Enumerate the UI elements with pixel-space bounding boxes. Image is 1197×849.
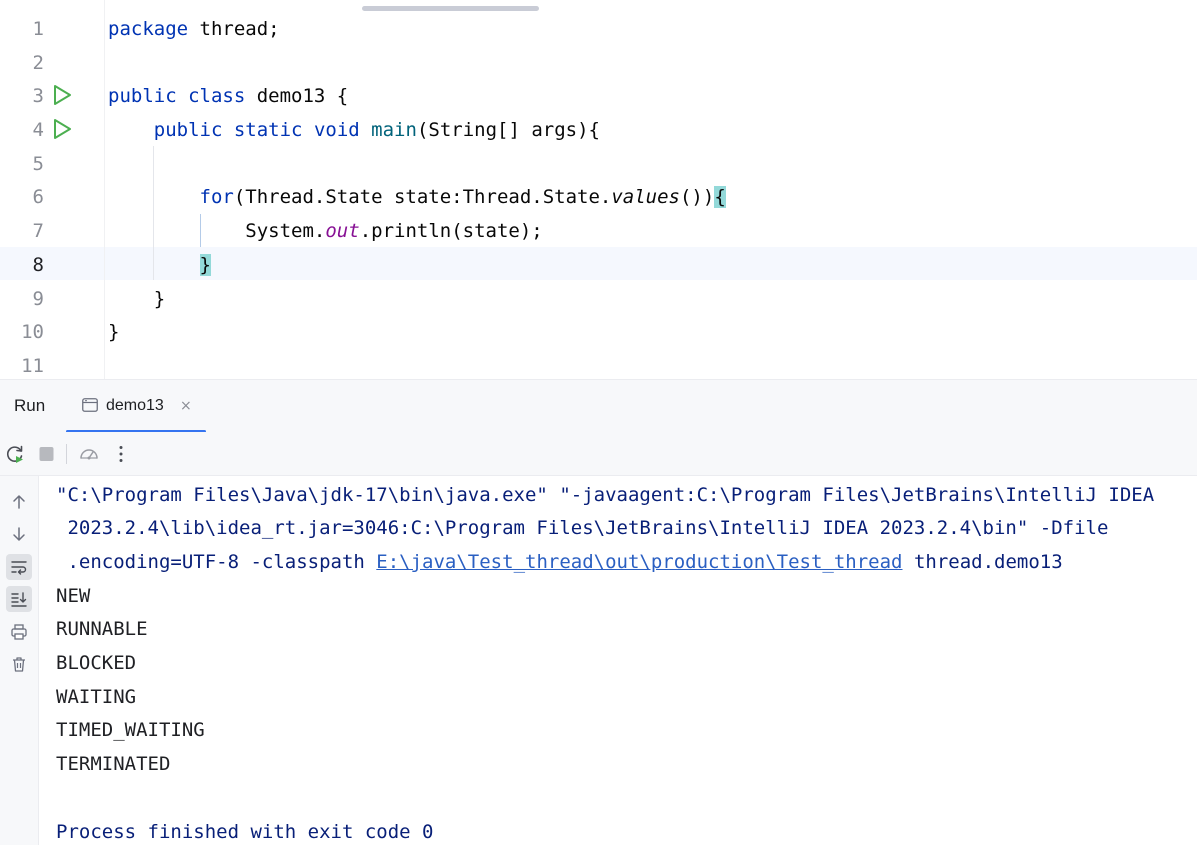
line-number: 11	[21, 355, 44, 377]
code-line[interactable]: 4 public static void main(String[] args)…	[0, 113, 1197, 147]
code-text: package thread;	[108, 12, 280, 46]
more-vertical-icon[interactable]	[110, 443, 132, 465]
console-output[interactable]: "C:\Program Files\Java\jdk-17\bin\java.e…	[56, 476, 1197, 845]
speedometer-icon[interactable]	[78, 443, 100, 465]
arrow-up-button[interactable]	[6, 489, 32, 515]
console-output-line: WAITING	[56, 686, 137, 708]
code-fragment: ())	[679, 186, 715, 208]
console-text: thread.demo13	[902, 551, 1063, 573]
code-text: }	[108, 248, 211, 282]
line-number: 6	[32, 186, 44, 208]
console-command-line: "C:\Program Files\Java\jdk-17\bin\java.e…	[56, 484, 1155, 506]
console-text: .encoding=UTF-8 -classpath	[56, 551, 377, 573]
code-fragment: demo13 {	[245, 85, 349, 107]
trash-icon	[13, 657, 25, 672]
code-fragment: (String[] args){	[416, 119, 600, 141]
arrow-up-icon	[13, 495, 25, 509]
code-text: }	[108, 288, 166, 310]
run-title[interactable]: Run	[14, 380, 45, 432]
line-number: 5	[32, 153, 44, 175]
classpath-link[interactable]: E:\java\Test_thread\out\production\Test_…	[376, 551, 902, 573]
line-number: 1	[32, 18, 44, 40]
method-name: main	[371, 119, 417, 141]
code-text: }	[108, 321, 120, 343]
console-output-line: TERMINATED	[56, 753, 171, 775]
code-fragment: thread;	[188, 18, 280, 40]
horizontal-scrollbar-thumb[interactable]	[362, 6, 539, 11]
tab-demo13[interactable]: demo13 ×	[66, 380, 206, 433]
console-output-line: TIMED_WAITING	[56, 719, 205, 741]
line-number: 2	[32, 52, 44, 74]
code-line[interactable]: 1 package thread;	[0, 12, 1197, 46]
console-output-line: RUNNABLE	[56, 618, 148, 640]
code-line[interactable]: 6 for(Thread.State state:Thread.State.va…	[0, 180, 1197, 214]
console-command-line: 2023.2.4\lib\idea_rt.jar=3046:C:\Program…	[56, 517, 1109, 539]
code-line[interactable]: 3 public class demo13 {	[0, 79, 1197, 113]
arrow-down-button[interactable]	[6, 521, 32, 547]
console-tab-icon	[82, 398, 98, 412]
line-number: 10	[21, 321, 44, 343]
line-number: 7	[32, 220, 44, 242]
code-line[interactable]: 7 System.out.println(state);	[0, 214, 1197, 248]
code-line[interactable]: 5	[0, 147, 1197, 181]
keyword: package	[108, 18, 189, 40]
soft-wrap-icon	[11, 561, 27, 575]
console-output-line: BLOCKED	[56, 652, 137, 674]
code-text: public class demo13 {	[108, 79, 348, 113]
run-tool-window: Run demo13 × "C:\Program Files\Java\jdk-…	[0, 379, 1197, 845]
clear-all-button[interactable]	[6, 651, 32, 677]
arrow-down-icon	[13, 527, 25, 541]
rerun-icon[interactable]	[4, 443, 26, 465]
matched-brace: }	[199, 254, 211, 276]
printer-icon	[11, 624, 27, 640]
code-editor[interactable]: 1 package thread; 2 3 public class demo1…	[0, 0, 1197, 379]
method-call-italic: values	[611, 186, 680, 208]
code-line[interactable]: 11	[0, 349, 1197, 379]
code-fragment: .println(state);	[359, 220, 543, 242]
console-output-line: NEW	[56, 585, 91, 607]
scroll-to-end-icon	[11, 592, 27, 607]
keyword: public	[153, 119, 223, 141]
keyword: void	[313, 119, 360, 141]
keyword: public	[108, 85, 177, 107]
keyword: class	[188, 85, 246, 107]
line-number: 3	[32, 85, 44, 107]
line-number: 8	[32, 254, 44, 276]
code-line[interactable]: 10 }	[0, 315, 1197, 349]
line-number: 4	[32, 119, 44, 141]
toolbar-separator	[66, 444, 67, 464]
keyword: for	[199, 186, 234, 208]
code-text: public static void main(String[] args){	[108, 113, 600, 147]
stop-icon[interactable]	[36, 443, 58, 465]
code-text: System.out.println(state);	[108, 214, 543, 248]
code-line[interactable]: 9 }	[0, 282, 1197, 316]
print-button[interactable]	[6, 619, 32, 645]
run-toolbar	[0, 432, 1197, 476]
code-fragment: (Thread.State state:Thread.State.	[233, 186, 612, 208]
tab-label: demo13	[106, 397, 164, 414]
console-command-line: .encoding=UTF-8 -classpath E:\java\Test_…	[56, 545, 1063, 579]
soft-wrap-button[interactable]	[6, 554, 32, 580]
code-text: for(Thread.State state:Thread.State.valu…	[108, 180, 726, 214]
static-field: out	[325, 220, 360, 242]
console-side-toolbar	[0, 476, 39, 845]
run-header: Run demo13 ×	[0, 380, 1197, 433]
matched-brace: {	[714, 186, 726, 208]
code-fragment: System.	[245, 220, 326, 242]
close-icon[interactable]: ×	[180, 380, 192, 432]
code-line[interactable]: 2	[0, 46, 1197, 80]
keyword: static	[233, 119, 303, 141]
code-line-current[interactable]: 8 }	[0, 248, 1197, 282]
scroll-to-end-button[interactable]	[6, 586, 32, 612]
line-number: 9	[32, 288, 44, 310]
